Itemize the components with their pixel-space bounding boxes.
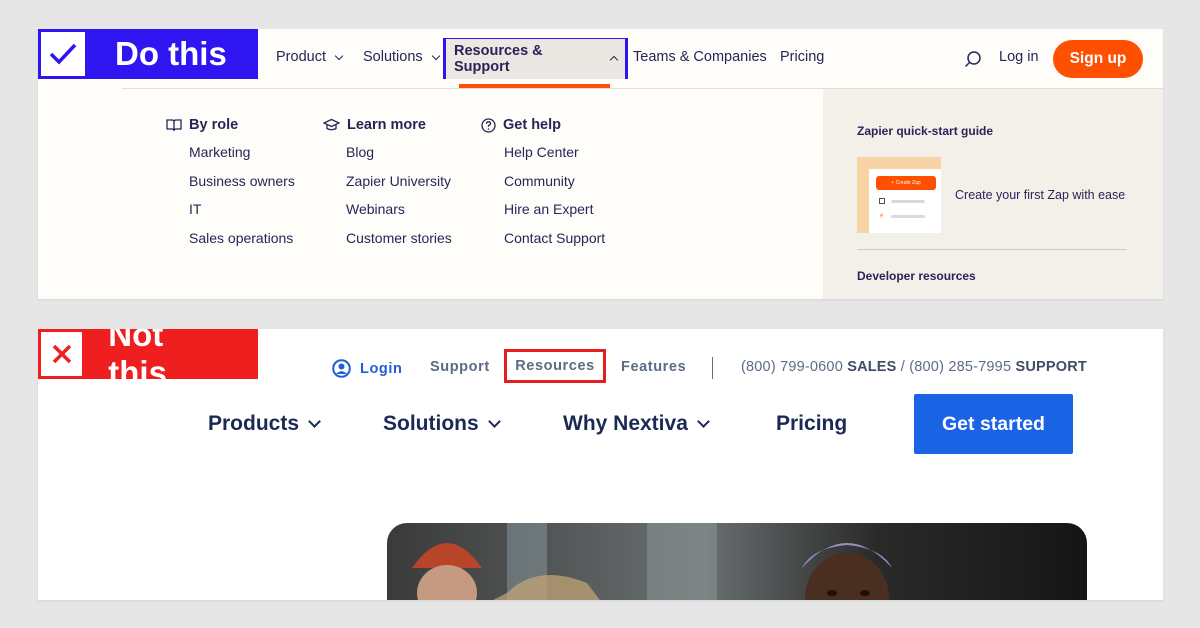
bolt-icon: ⚡ (879, 213, 884, 220)
menu-item-contact-support[interactable]: Contact Support (504, 230, 605, 259)
hero-photo (387, 523, 1087, 600)
zapier-navbar: Product Solutions Resources & Support Te… (38, 29, 1163, 89)
menu-item-business-owners[interactable]: Business owners (189, 173, 295, 202)
nav-product-label: Product (276, 49, 326, 65)
graduation-cap-icon (323, 118, 340, 131)
chevron-down-icon (487, 415, 501, 428)
user-circle-icon (332, 359, 351, 378)
nextiva-resources-link[interactable]: Resources (504, 349, 606, 383)
book-icon (166, 119, 182, 132)
get-started-button[interactable]: Get started (914, 394, 1073, 454)
nextiva-features-link[interactable]: Features (621, 359, 686, 375)
column-heading-label: By role (189, 117, 239, 133)
placeholder-line (891, 215, 925, 218)
column-heading: By role (166, 117, 295, 133)
nav-teams-label: Teams & Companies (633, 49, 767, 65)
search-icon[interactable] (964, 50, 982, 68)
bad-example-panel: Not this Login Support Resources Feature… (38, 329, 1163, 600)
menu-item-it[interactable]: IT (189, 201, 295, 230)
sales-label: SALES (847, 359, 897, 375)
nav-resources-label: Resources & Support (454, 42, 543, 75)
nextiva-nav-pricing[interactable]: Pricing (776, 412, 847, 436)
solutions-label: Solutions (383, 412, 479, 435)
column-heading: Learn more (323, 117, 452, 133)
phone-numbers: (800) 799-0600 SALES / (800) 285-7995 SU… (741, 359, 1087, 375)
support-label: SUPPORT (1015, 359, 1087, 375)
quick-start-thumbnail[interactable]: + Create Zap ⚡ (857, 157, 941, 233)
nav-teams[interactable]: Teams & Companies (633, 49, 767, 65)
not-this-label: Not this (38, 329, 258, 391)
nav-product[interactable]: Product (276, 49, 344, 65)
login-label: Log in (999, 49, 1039, 65)
column-heading-label: Get help (503, 117, 562, 133)
dropdown-sidebar: Zapier quick-start guide + Create Zap ⚡ … (823, 89, 1163, 299)
login-label: Login (360, 360, 403, 377)
menu-item-webinars[interactable]: Webinars (346, 201, 452, 230)
chevron-down-icon (697, 415, 710, 428)
column-heading-label: Learn more (347, 117, 426, 133)
dropdown-column-by-role: By role Marketing Business owners IT Sal… (166, 117, 295, 259)
dropdown-column-learn-more: Learn more Blog Zapier University Webina… (323, 117, 452, 259)
login-link[interactable]: Log in (999, 49, 1039, 65)
question-circle-icon (481, 117, 496, 133)
sidebar-divider (857, 249, 1127, 250)
sales-phone-number[interactable]: (800) 799-0600 (741, 359, 843, 375)
menu-item-marketing[interactable]: Marketing (189, 144, 295, 173)
create-zap-pill: + Create Zap (876, 176, 936, 190)
quick-start-description[interactable]: Create your first Zap with ease (955, 188, 1125, 202)
menu-item-community[interactable]: Community (504, 173, 605, 202)
nextiva-support-link[interactable]: Support (430, 359, 490, 375)
menu-item-hire-an-expert[interactable]: Hire an Expert (504, 201, 605, 230)
support-phone-number[interactable]: (800) 285-7995 (909, 359, 1011, 375)
menu-item-zapier-university[interactable]: Zapier University (346, 173, 452, 202)
resources-label: Resources (515, 358, 595, 374)
menu-item-customer-stories[interactable]: Customer stories (346, 230, 452, 259)
menu-item-help-center[interactable]: Help Center (504, 144, 605, 173)
nextiva-login-link[interactable]: Login (332, 359, 402, 378)
developer-resources-link[interactable]: Developer resources (857, 269, 976, 283)
nav-resources-support[interactable]: Resources & Support (443, 38, 628, 79)
why-nextiva-label: Why Nextiva (563, 412, 688, 435)
nav-solutions[interactable]: Solutions (363, 49, 440, 65)
not-this-text: Not this (108, 329, 167, 391)
nav-pricing-label: Pricing (780, 49, 825, 65)
top-nav-divider (712, 357, 713, 379)
chevron-down-icon (334, 51, 344, 60)
menu-item-sales-operations[interactable]: Sales operations (189, 230, 295, 259)
cross-icon (41, 332, 83, 376)
chevron-down-icon (308, 415, 321, 428)
chevron-up-icon (609, 55, 619, 65)
dropdown-column-get-help: Get help Help Center Community Hire an E… (481, 117, 605, 259)
phone-separator: / (900, 359, 906, 375)
nextiva-nav-products[interactable]: Products (208, 412, 321, 436)
checkbox-icon (879, 198, 885, 204)
placeholder-line (891, 200, 925, 203)
hero-photo-illustration (387, 523, 1087, 600)
chevron-down-icon (431, 51, 440, 60)
quick-start-guide-title[interactable]: Zapier quick-start guide (857, 124, 993, 138)
good-example-panel: Do this Product Solutions Resources & Su… (38, 29, 1163, 299)
nav-pricing[interactable]: Pricing (780, 49, 824, 65)
signup-button[interactable]: Sign up (1053, 40, 1143, 78)
column-heading: Get help (481, 117, 605, 133)
thumbnail-card: + Create Zap ⚡ (869, 169, 941, 233)
products-label: Products (208, 412, 300, 435)
nextiva-nav-solutions[interactable]: Solutions (383, 412, 501, 436)
pricing-label: Pricing (776, 412, 848, 435)
menu-item-blog[interactable]: Blog (346, 144, 452, 173)
nav-solutions-label: Solutions (363, 49, 423, 65)
nextiva-nav-why-nextiva[interactable]: Why Nextiva (563, 412, 710, 436)
